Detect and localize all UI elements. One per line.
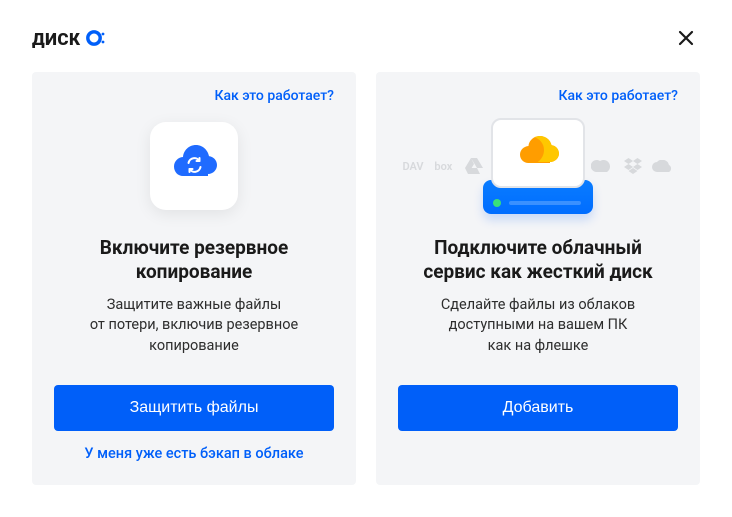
close-button[interactable]	[672, 26, 700, 54]
mailru-cloud-icon	[516, 136, 560, 170]
backup-card: Как это работает?	[32, 72, 356, 485]
backup-illustration	[54, 110, 334, 222]
connect-illustration: DAV box	[398, 110, 678, 222]
protect-files-button[interactable]: Защитить файлы	[54, 385, 334, 431]
connect-how-link[interactable]: Как это работает?	[558, 88, 678, 104]
cloud-sync-tile	[150, 122, 238, 210]
onedrive-ghost-icon	[650, 153, 676, 179]
dropbox-ghost-icon	[620, 153, 646, 179]
drive-lid	[491, 118, 585, 188]
text: Защитите важные файлы	[107, 296, 282, 313]
app-logo: ДИСК	[32, 28, 105, 52]
backup-subtitle: Защитите важные файлы от потери, включив…	[90, 295, 298, 357]
text: сервис как жесткий диск	[423, 260, 652, 283]
text: Подключите облачный	[434, 236, 642, 259]
text: от потери, включив резервное	[90, 316, 298, 333]
logo-o-icon	[85, 28, 105, 52]
connect-card: Как это работает? DAV box	[376, 72, 700, 485]
text: доступными на вашем ПК	[449, 316, 628, 333]
text: копирование	[136, 260, 253, 283]
text: Сделайте файлы из облаков	[441, 296, 635, 313]
box-ghost-icon: box	[430, 153, 456, 179]
connect-subtitle: Сделайте файлы из облаков доступными на …	[441, 295, 635, 357]
connect-title: Подключите облачный сервис как жесткий д…	[423, 236, 652, 285]
cloud-sync-icon	[168, 144, 220, 188]
onboarding-window: ДИСК Как это работает?	[0, 0, 732, 517]
text: Включите резервное	[100, 236, 288, 259]
text: копирование	[149, 337, 239, 354]
dav-ghost-icon: DAV	[400, 153, 426, 179]
logo-text: ДИСК	[32, 30, 81, 50]
close-icon	[678, 30, 694, 50]
backup-title: Включите резервное копирование	[100, 236, 288, 285]
cloud-drive-icon	[478, 114, 598, 218]
already-have-backup-link[interactable]: У меня уже есть бэкап в облаке	[84, 445, 303, 463]
cards-row: Как это работает?	[32, 72, 700, 485]
text: как на флешке	[488, 337, 589, 354]
add-button[interactable]: Добавить	[398, 385, 678, 431]
header: ДИСК	[32, 24, 700, 56]
backup-how-link[interactable]: Как это работает?	[214, 88, 334, 104]
